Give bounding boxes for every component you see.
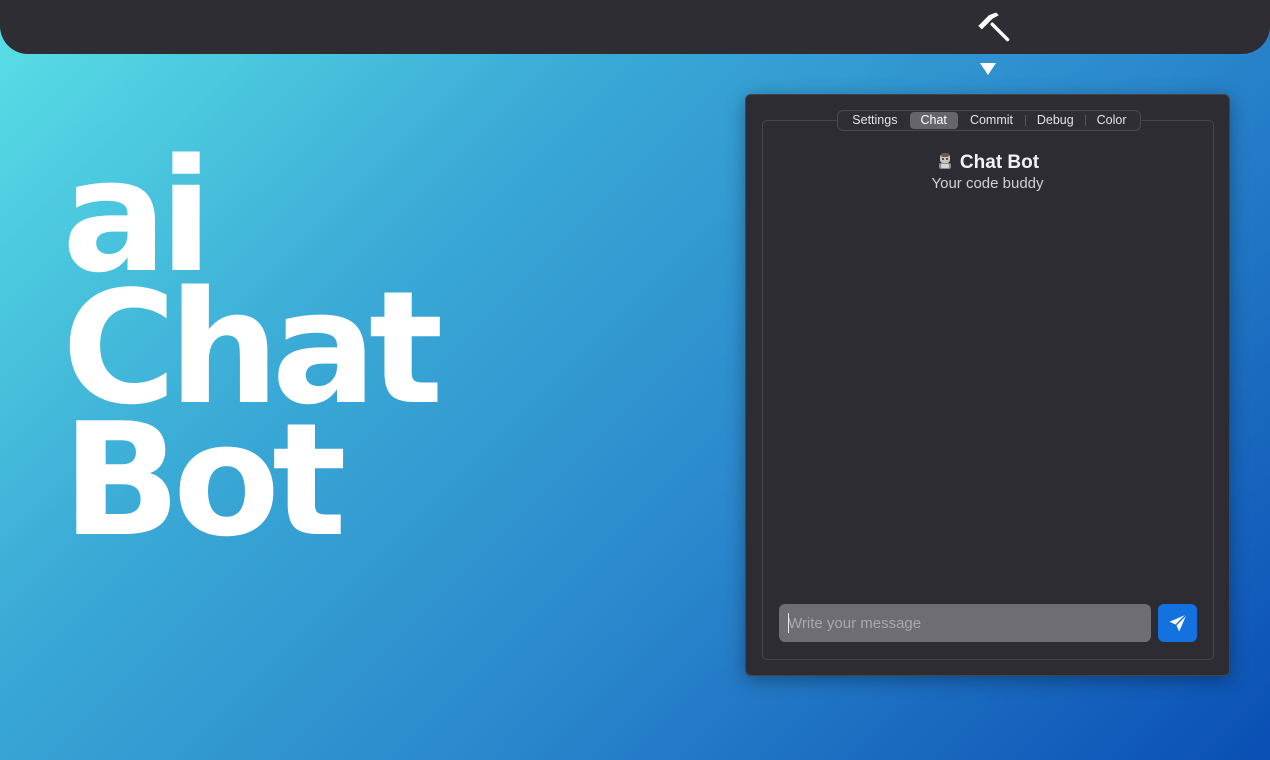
tab-color[interactable]: Color	[1085, 112, 1138, 129]
bot-avatar-icon	[938, 153, 951, 169]
hammer-icon[interactable]	[976, 8, 1016, 48]
chat-title-text: Chat Bot	[959, 152, 1040, 173]
message-input[interactable]	[779, 604, 1151, 642]
hero-title: ai Chat Bot	[62, 138, 443, 558]
tab-debug[interactable]: Debug	[1025, 112, 1085, 129]
chat-header-title: Chat Bot	[746, 152, 1229, 174]
tab-commit[interactable]: Commit	[958, 112, 1026, 129]
tab-settings[interactable]: Settings	[840, 112, 910, 129]
popover-pointer-icon	[980, 63, 996, 75]
send-button[interactable]	[1158, 604, 1197, 642]
paper-plane-icon	[1169, 614, 1187, 632]
chat-popover-window: Settings Chat Commit Debug Color Chat Bo…	[745, 94, 1230, 676]
menu-bar	[0, 0, 1270, 54]
chat-header-subtitle: Your code buddy	[931, 175, 1044, 192]
tab-bar: Settings Chat Commit Debug Color	[837, 110, 1141, 131]
tab-chat[interactable]: Chat	[909, 112, 958, 129]
text-caret	[788, 613, 789, 633]
chat-panel	[762, 120, 1214, 660]
